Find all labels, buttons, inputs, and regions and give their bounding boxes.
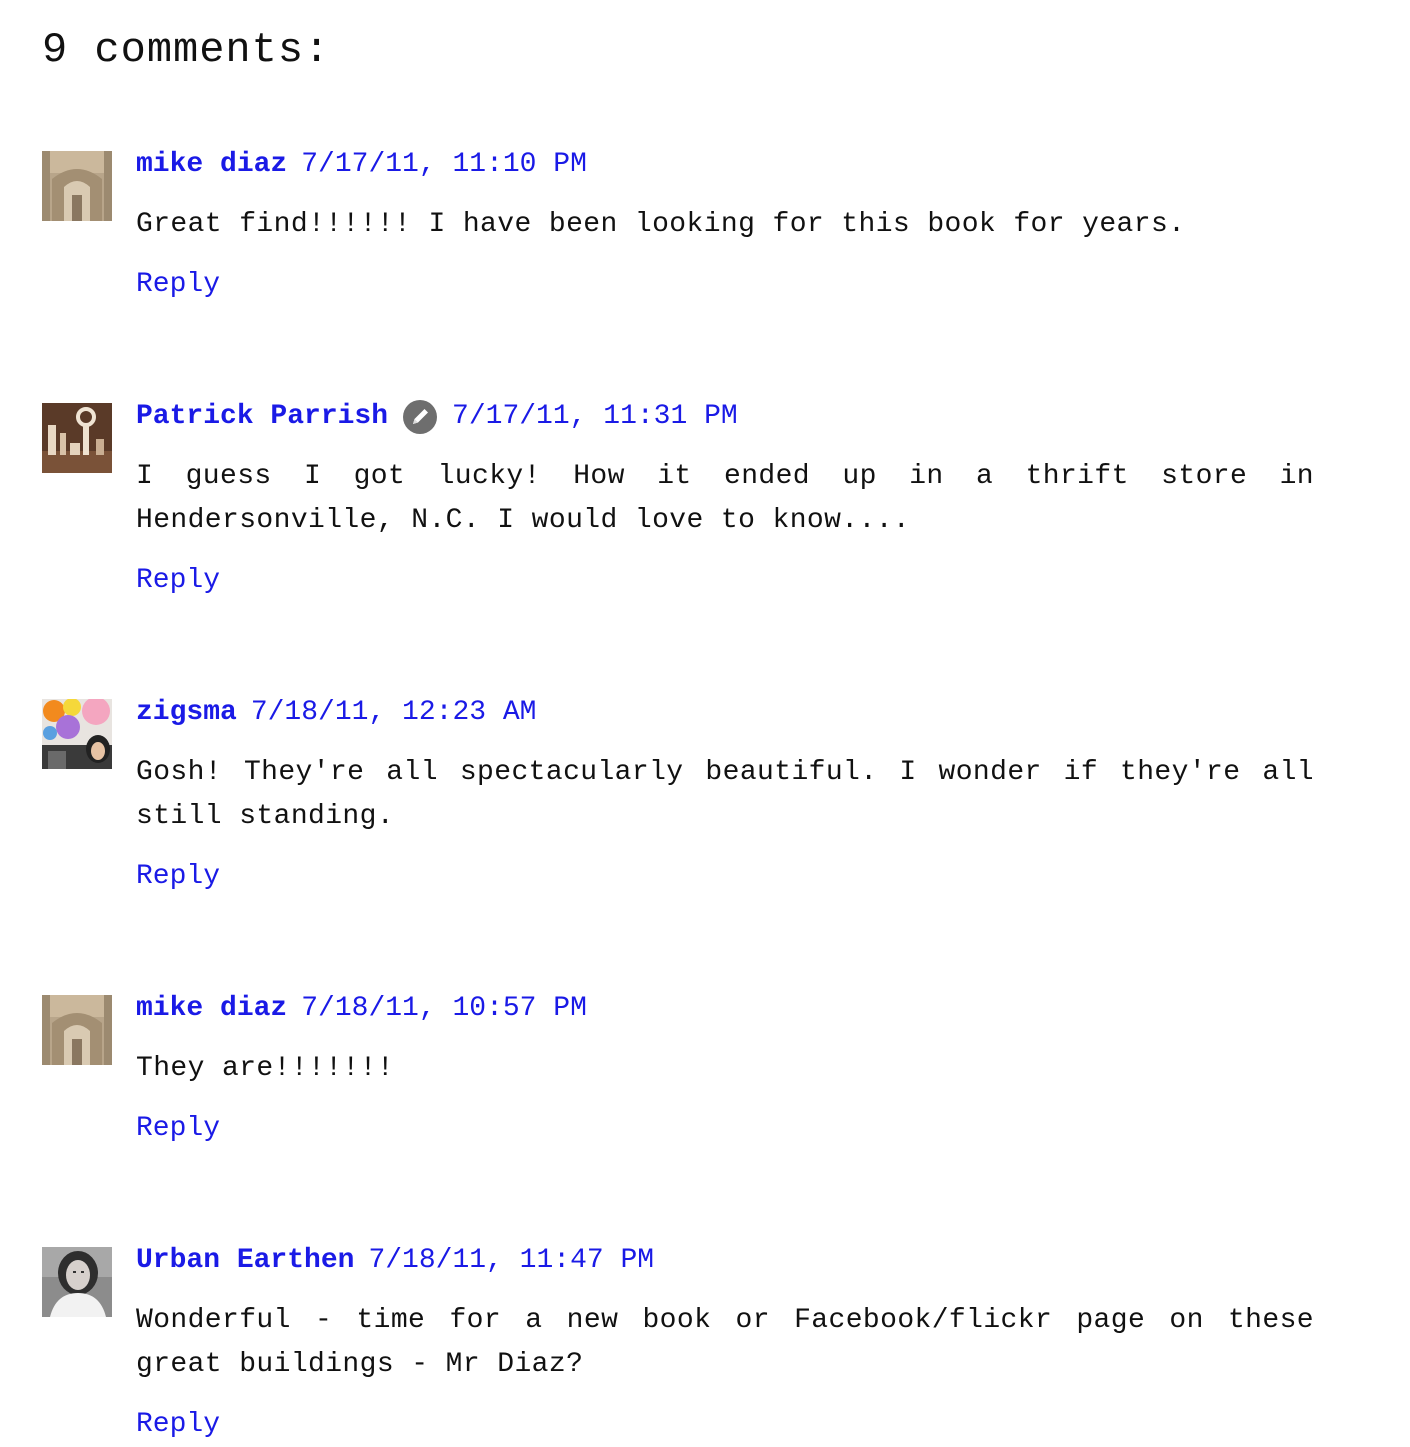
avatar-urban-earthen[interactable]	[42, 1247, 112, 1317]
urban-earthen-avatar-image	[42, 1247, 112, 1317]
zigsma-avatar-image	[42, 699, 112, 769]
comment-timestamp-link[interactable]: 7/18/11, 12:23 AM	[251, 691, 537, 735]
comment-body: Great find!!!!!! I have been looking for…	[136, 209, 1186, 240]
comment-header: Urban Earthen 7/18/11, 11:47 PM	[136, 1239, 654, 1283]
mike-diaz-avatar-image	[42, 151, 112, 221]
comment-body: Gosh! They're all spectacularly beautifu…	[136, 757, 1314, 832]
comment-header: zigsma 7/18/11, 12:23 AM	[136, 691, 536, 735]
comment-body: I guess I got lucky! How it ended up in …	[136, 461, 1314, 536]
comment-body: They are!!!!!!!	[136, 1053, 395, 1084]
comment-timestamp-link[interactable]: 7/18/11, 11:47 PM	[368, 1239, 654, 1283]
comment-body: Wonderful - time for a new book or Faceb…	[136, 1305, 1314, 1380]
mike-diaz-avatar-image	[42, 995, 112, 1065]
comment-author-link[interactable]: zigsma	[136, 691, 237, 735]
avatar-patrick-parrish[interactable]	[42, 403, 112, 473]
comment-header: mike diaz 7/17/11, 11:10 PM	[136, 143, 587, 187]
reply-link[interactable]: Reply	[136, 1107, 220, 1151]
pencil-icon	[402, 399, 438, 435]
reply-link[interactable]: Reply	[136, 855, 220, 899]
comment-author-link[interactable]: Urban Earthen	[136, 1239, 354, 1283]
comment-author-link[interactable]: mike diaz	[136, 143, 287, 187]
comment-author-link[interactable]: Patrick Parrish	[136, 395, 388, 439]
comment-timestamp-link[interactable]: 7/18/11, 10:57 PM	[301, 987, 587, 1031]
comment-header: Patrick Parrish 7/17/11, 11:31 PM	[136, 395, 738, 439]
comment-timestamp-link[interactable]: 7/17/11, 11:10 PM	[301, 143, 587, 187]
avatar-zigsma[interactable]	[42, 699, 112, 769]
comments-heading: 9 comments:	[42, 26, 331, 74]
comment-header: mike diaz 7/18/11, 10:57 PM	[136, 987, 587, 1031]
reply-link[interactable]: Reply	[136, 1403, 220, 1447]
reply-link[interactable]: Reply	[136, 559, 220, 603]
comment-author-link[interactable]: mike diaz	[136, 987, 287, 1031]
comment-timestamp-link[interactable]: 7/17/11, 11:31 PM	[452, 395, 738, 439]
avatar-mike-diaz[interactable]	[42, 151, 112, 221]
patrick-parrish-avatar-image	[42, 403, 112, 473]
avatar-mike-diaz[interactable]	[42, 995, 112, 1065]
reply-link[interactable]: Reply	[136, 263, 220, 307]
